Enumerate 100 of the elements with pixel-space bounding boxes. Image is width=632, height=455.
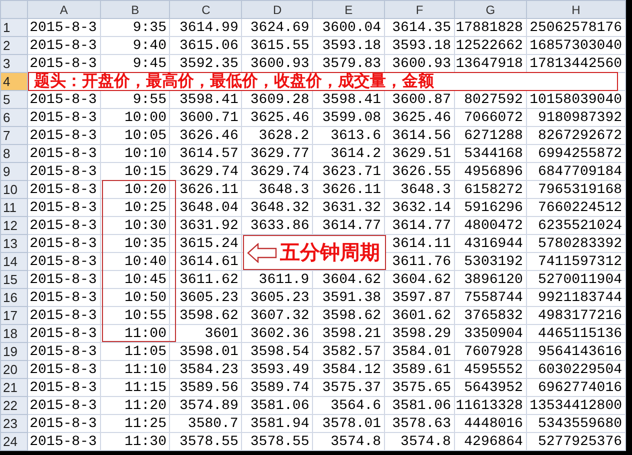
row-header[interactable]: 20 (0, 360, 28, 378)
table-cell-text: 3605.23 (249, 290, 310, 306)
table-cell-text: 3574.8 (400, 434, 451, 450)
table-cell-text: 8027592 (463, 92, 523, 108)
row-header[interactable]: 7 (0, 126, 28, 144)
row-header[interactable]: 13 (0, 234, 28, 252)
row-header[interactable]: 8 (0, 144, 28, 162)
table-cell-text: 6271288 (463, 128, 523, 144)
table-cell-text: 3628.2 (258, 128, 310, 144)
column-header[interactable]: C (170, 0, 242, 18)
table-cell-text: 2015-8-3 (28, 236, 97, 252)
table-cell-text: 3629.74 (249, 164, 310, 180)
row-header[interactable]: 3 (0, 54, 28, 72)
table-cell-text: 3591.38 (321, 290, 382, 306)
table-cell-text: 2015-8-3 (28, 56, 97, 72)
table-cell-text: 9:45 (132, 56, 166, 72)
table-cell-text: 3593.49 (249, 362, 310, 378)
table-cell-text: 2015-8-3 (28, 218, 97, 234)
table-cell-text: 2015-8-3 (28, 290, 97, 306)
table-cell-text: 11:15 (123, 380, 166, 396)
table-cell-text: 3611.9 (258, 272, 310, 288)
table-cell-text: 3624.69 (249, 20, 310, 36)
table-cell-text: 3629.51 (391, 146, 451, 162)
table-cell-text: 9:40 (132, 38, 166, 54)
table-cell-text: 3613.6 (330, 128, 382, 144)
row-header[interactable]: 21 (0, 378, 28, 396)
table-cell-text: 5780283392 (536, 236, 622, 252)
row-header[interactable]: 10 (0, 180, 28, 198)
column-header[interactable]: F (384, 0, 454, 18)
table-cell-text: 11:10 (123, 362, 166, 378)
table-cell-text: 3614.2 (330, 146, 382, 162)
table-cell-text: 3614.61 (178, 254, 238, 270)
column-header[interactable]: H (526, 0, 626, 18)
column-header[interactable]: D (242, 0, 313, 18)
row-header[interactable]: 4 (0, 72, 28, 90)
column-header[interactable]: E (312, 0, 385, 18)
row-header[interactable]: 16 (0, 288, 28, 306)
table-cell-text: 3600.87 (391, 92, 451, 108)
table-cell-text: 3584.12 (321, 362, 382, 378)
table-cell-text: 11:05 (123, 344, 166, 360)
table-cell-text: 3598.01 (178, 344, 238, 360)
table-cell-text: 3629.74 (178, 164, 238, 180)
table-cell-text: 3599.08 (321, 110, 382, 126)
table-cell-text: 7411597312 (536, 254, 622, 270)
table-cell-text: 3578.55 (249, 434, 310, 450)
table-cell-text: 3626.11 (178, 182, 238, 198)
table-cell-text: 5916296 (463, 200, 523, 216)
column-header[interactable]: A (27, 0, 100, 18)
table-cell-text: 2015-8-3 (28, 182, 97, 198)
table-cell-text: 2015-8-3 (28, 434, 97, 450)
table-cell-text: 3581.06 (391, 398, 451, 414)
row-header[interactable]: 9 (0, 162, 28, 180)
table-cell-text: 3582.57 (321, 344, 382, 360)
table-cell-text: 2015-8-3 (28, 344, 97, 360)
table-cell-text: 5277925376 (536, 434, 622, 450)
table-cell-text: 3575.37 (321, 380, 382, 396)
table-cell-text: 3615.24 (178, 236, 238, 252)
table-cell-text: 10:55 (123, 308, 166, 324)
table-cell-text: 4465115136 (536, 326, 622, 342)
row-header[interactable]: 14 (0, 252, 28, 270)
table-cell-text: 3623.71 (321, 164, 382, 180)
table-cell-text: 7558744 (463, 290, 523, 306)
table-cell-text: 7607928 (463, 344, 523, 360)
row-header[interactable]: 2 (0, 36, 28, 54)
table-cell-text: 3626.11 (321, 182, 382, 198)
column-header[interactable]: B (100, 0, 170, 18)
table-cell-text: 2015-8-3 (28, 128, 97, 144)
table-cell-text: 10:50 (123, 290, 166, 306)
table-cell: 12522662 (455, 38, 523, 54)
row-header[interactable]: 6 (0, 108, 28, 126)
row-header[interactable]: 1 (0, 18, 28, 36)
table-cell-text: 2015-8-3 (28, 308, 97, 324)
row-header[interactable]: 17 (0, 306, 28, 324)
column-header[interactable]: G (454, 0, 526, 18)
table-cell: 11613328 (455, 398, 523, 414)
row-header[interactable]: 18 (0, 324, 28, 342)
table-cell-text: 3601.62 (391, 308, 451, 324)
row-header[interactable]: 11 (0, 198, 28, 216)
row-header[interactable]: 19 (0, 342, 28, 360)
table-cell-text: 3631.92 (178, 218, 238, 234)
table-cell-text: 5643952 (463, 380, 523, 396)
table-cell-text: 8267292672 (536, 128, 622, 144)
row-header[interactable]: 22 (0, 396, 28, 414)
row-header[interactable]: 23 (0, 414, 28, 432)
table-cell-text: 9:55 (132, 92, 166, 108)
row-header[interactable]: 12 (0, 216, 28, 234)
table-cell-text: 3631.32 (321, 200, 382, 216)
table-cell-text: 3615.06 (178, 38, 238, 54)
table-cell-text: 3598.41 (321, 92, 382, 108)
table-cell-text: 9180987392 (536, 110, 622, 126)
table-cell-text: 6235521024 (536, 218, 622, 234)
table-cell-text: 7965319168 (536, 182, 622, 198)
table-cell-text: 2015-8-3 (28, 272, 97, 288)
table-cell-text: 3579.83 (321, 56, 382, 72)
table-cell-text: 3575.65 (391, 380, 451, 396)
row-header[interactable]: 15 (0, 270, 28, 288)
table-cell-text: 3611.76 (391, 254, 451, 270)
table-cell-text: 3626.55 (391, 164, 451, 180)
row-header[interactable]: 5 (0, 90, 28, 108)
row-header[interactable]: 24 (0, 432, 28, 450)
